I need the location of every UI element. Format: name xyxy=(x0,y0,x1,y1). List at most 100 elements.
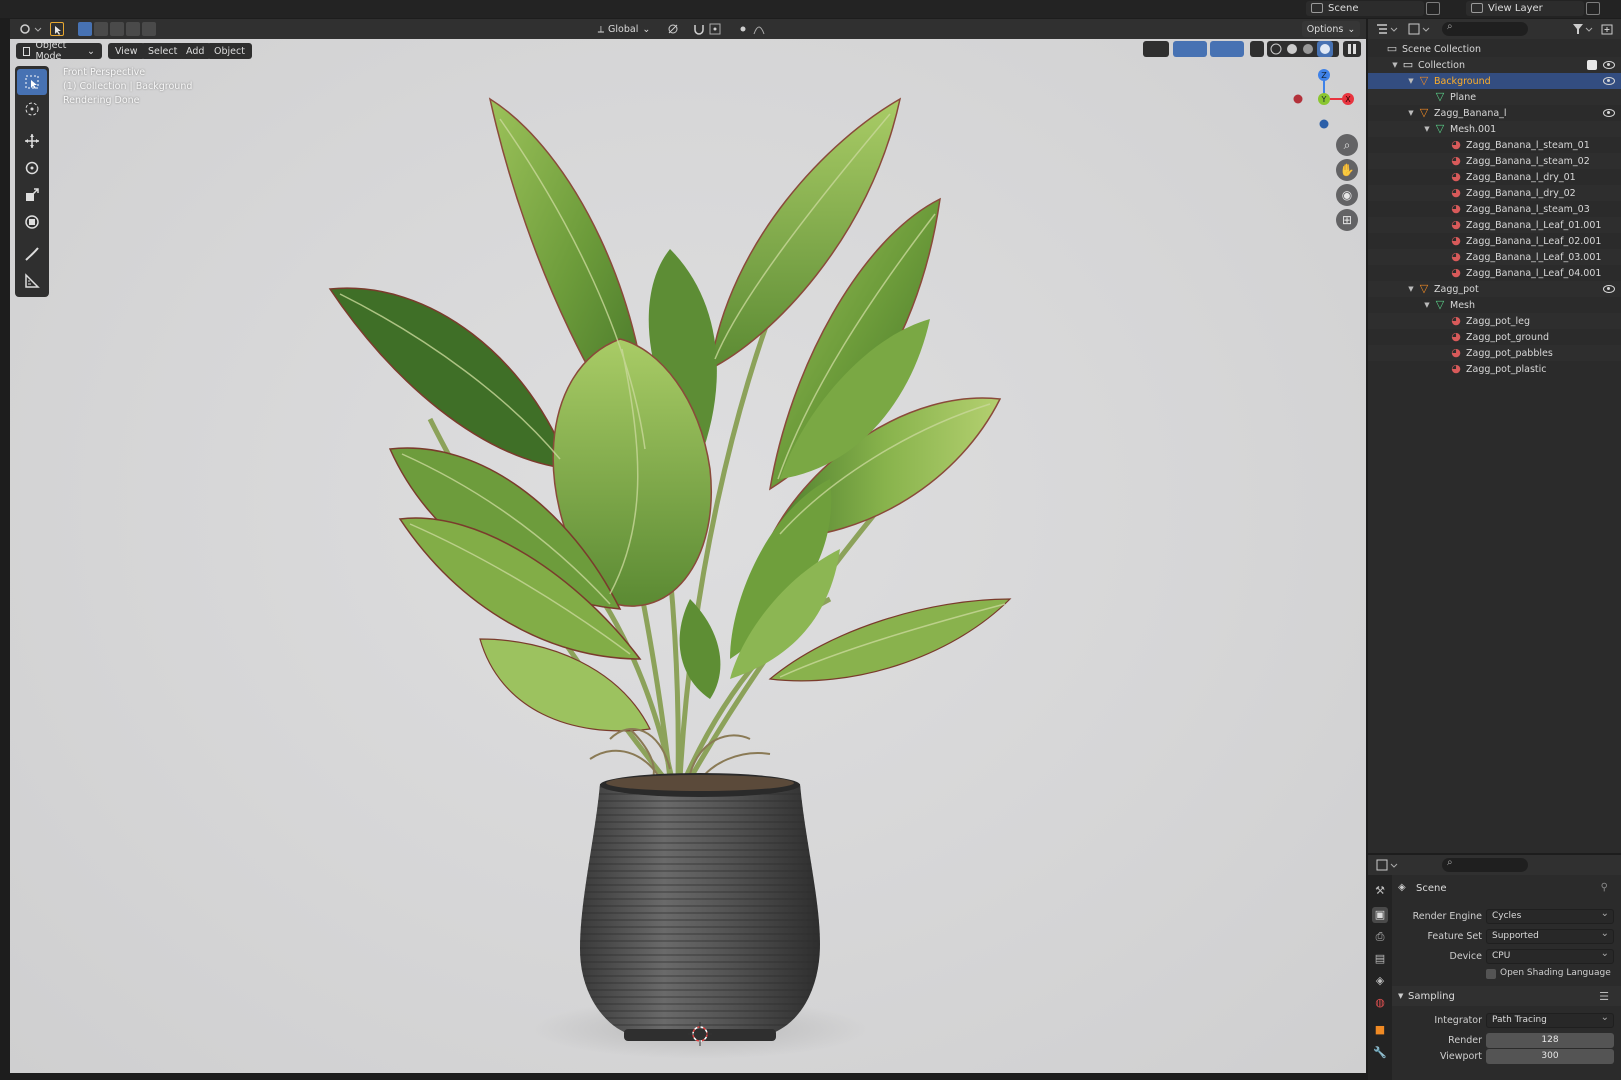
render-samples-field[interactable]: 128 xyxy=(1486,1033,1614,1048)
pin-icon[interactable]: ⚲ xyxy=(1601,882,1608,893)
visibility-eye-icon[interactable] xyxy=(1603,285,1615,293)
properties-header: ⌕ xyxy=(1368,855,1621,875)
pan-hand-icon[interactable]: ✋ xyxy=(1336,159,1358,181)
outliner-row[interactable]: ◕ Zagg_Banana_l_dry_01 xyxy=(1368,169,1621,185)
visibility-eye-icon[interactable] xyxy=(1603,109,1615,117)
select-tool-icon[interactable] xyxy=(50,22,64,36)
scene-selector[interactable]: Scene xyxy=(1306,1,1424,16)
new-collection-icon[interactable] xyxy=(1600,22,1614,36)
outliner-row[interactable]: ◕ Zagg_Banana_l_dry_02 xyxy=(1368,185,1621,201)
menu-select[interactable]: Select xyxy=(141,43,185,59)
pause-render-icon[interactable] xyxy=(1343,41,1361,57)
world-tab-icon[interactable]: ◍ xyxy=(1372,995,1388,1011)
osl-checkbox[interactable] xyxy=(1486,969,1496,979)
outliner-row[interactable]: ▼ ▽ Background xyxy=(1368,73,1621,89)
cursor-tool-icon[interactable] xyxy=(17,96,47,122)
expand-arrow-icon[interactable]: ▼ xyxy=(1390,61,1400,69)
outliner-row[interactable]: ▼ ▽ Zagg_pot xyxy=(1368,281,1621,297)
transform-orientation-dropdown[interactable]: ⟂ Global ⌄ xyxy=(588,21,660,37)
select-mode-difference-icon[interactable] xyxy=(126,22,140,36)
outliner-row[interactable]: ◕ Zagg_Banana_l_Leaf_03.001 xyxy=(1368,249,1621,265)
zoom-icon[interactable]: ⌕ xyxy=(1336,134,1358,156)
visibility-toggle-icon[interactable] xyxy=(1143,41,1169,57)
camera-view-icon[interactable]: ◉ xyxy=(1336,184,1358,206)
outliner-row[interactable]: ◕ Zagg_Banana_l_steam_03 xyxy=(1368,201,1621,217)
outliner-panel: ⌕ ▭ Scene Collection ▼ ▭ Collection ▼ ▽ Backgro… xyxy=(1368,19,1621,853)
outliner-row[interactable]: ◕ Zagg_pot_pabbles xyxy=(1368,345,1621,361)
select-box-tool-icon[interactable] xyxy=(17,69,47,95)
overlay-toggle-icon[interactable] xyxy=(1210,41,1244,57)
collection-info-text: (1) Collection | Background xyxy=(63,81,193,92)
outliner-row[interactable]: ◕ Zagg_Banana_l_Leaf_01.001 xyxy=(1368,217,1621,233)
expand-arrow-icon[interactable]: ▼ xyxy=(1406,109,1416,117)
outliner-row[interactable]: ▼ ▽ Zagg_Banana_l xyxy=(1368,105,1621,121)
properties-editor-icon[interactable] xyxy=(1376,858,1398,872)
new-view-layer-button[interactable] xyxy=(1586,2,1600,15)
expand-arrow-icon[interactable]: ▼ xyxy=(1406,77,1416,85)
expand-arrow-icon[interactable]: ▼ xyxy=(1406,285,1416,293)
gizmo-toggle-icon[interactable] xyxy=(1173,41,1207,57)
outliner-row[interactable]: ◕ Zagg_Banana_l_Leaf_02.001 xyxy=(1368,233,1621,249)
outliner-row[interactable]: ◕ Zagg_Banana_l_Leaf_04.001 xyxy=(1368,265,1621,281)
editor-type-icon[interactable] xyxy=(18,22,42,36)
menu-object[interactable]: Object xyxy=(207,43,252,59)
pivot-point-icon[interactable] xyxy=(666,22,680,36)
filter-icon[interactable] xyxy=(1571,22,1595,36)
outliner-editor-icon[interactable] xyxy=(1376,22,1398,36)
select-mode-new-icon[interactable] xyxy=(78,22,92,36)
transform-tool-icon[interactable] xyxy=(17,209,47,235)
xray-toggle-icon[interactable] xyxy=(1250,41,1264,57)
outliner-row[interactable]: ◕ Zagg_Banana_l_steam_01 xyxy=(1368,137,1621,153)
outliner-row[interactable]: ▽ Plane xyxy=(1368,89,1621,105)
outliner-row-label: Collection xyxy=(1418,59,1465,71)
material-icon: ◕ xyxy=(1451,202,1461,215)
outliner-search-input[interactable]: ⌕ xyxy=(1442,21,1528,36)
move-tool-icon[interactable] xyxy=(17,128,47,154)
outliner-row[interactable]: ◕ Zagg_pot_ground xyxy=(1368,329,1621,345)
viewport-samples-field[interactable]: 300 xyxy=(1486,1049,1614,1064)
proportional-editing-icon[interactable] xyxy=(736,22,750,36)
rotate-tool-icon[interactable] xyxy=(17,155,47,181)
expand-arrow-icon[interactable]: ▼ xyxy=(1422,125,1432,133)
expand-arrow-icon[interactable]: ▼ xyxy=(1422,301,1432,309)
display-mode-icon[interactable] xyxy=(1408,22,1432,36)
outliner-row[interactable]: ▼ ▽ Mesh xyxy=(1368,297,1621,313)
integrator-value: Path Tracing xyxy=(1492,1015,1547,1025)
select-mode-intersect-icon[interactable] xyxy=(142,22,156,36)
options-dropdown[interactable]: Options ⌄ xyxy=(1302,21,1360,37)
sampling-panel-header[interactable]: ▼ Sampling ☰ xyxy=(1392,986,1621,1006)
outliner-row[interactable]: ▼ ▽ Mesh.001 xyxy=(1368,121,1621,137)
outliner-row[interactable]: ▭ Scene Collection xyxy=(1368,41,1621,57)
outliner-row[interactable]: ◕ Zagg_Banana_l_steam_02 xyxy=(1368,153,1621,169)
3d-viewport[interactable]: Object Mode ⌄ View Select Add Object Fro… xyxy=(10,39,1366,1073)
mode-dropdown[interactable]: Object Mode ⌄ xyxy=(16,40,102,62)
view-layer-selector[interactable]: View Layer xyxy=(1466,1,1584,16)
material-icon: ◕ xyxy=(1451,266,1461,279)
render-engine-dropdown[interactable]: Cycles xyxy=(1486,907,1614,924)
visibility-eye-icon[interactable] xyxy=(1603,77,1615,85)
outliner-row[interactable]: ◕ Zagg_pot_plastic xyxy=(1368,361,1621,377)
list-icon[interactable]: ☰ xyxy=(1599,990,1609,1003)
select-mode-extend-icon[interactable] xyxy=(94,22,108,36)
select-mode-subtract-icon[interactable] xyxy=(110,22,124,36)
scene-tab-icon[interactable]: ◈ xyxy=(1372,973,1388,989)
properties-search-input[interactable]: ⌕ xyxy=(1442,857,1528,872)
device-dropdown[interactable]: CPU xyxy=(1486,947,1614,964)
outliner-row[interactable]: ▼ ▭ Collection xyxy=(1368,57,1621,73)
perspective-toggle-icon[interactable]: ⊞ xyxy=(1336,209,1358,231)
visibility-eye-icon[interactable] xyxy=(1603,61,1615,69)
scale-tool-icon[interactable] xyxy=(17,182,47,208)
outliner-row[interactable]: ◕ Zagg_pot_leg xyxy=(1368,313,1621,329)
menu-view[interactable]: View xyxy=(108,43,145,59)
new-scene-button[interactable] xyxy=(1426,2,1440,15)
tool-tab-icon[interactable]: ⚒ xyxy=(1372,883,1388,899)
falloff-curve-icon[interactable] xyxy=(752,22,766,36)
feature-set-dropdown[interactable]: Supported xyxy=(1486,927,1614,944)
integrator-dropdown[interactable]: Path Tracing xyxy=(1486,1011,1614,1028)
snap-target-icon[interactable] xyxy=(708,22,722,36)
outliner-row-label: Zagg_pot_ground xyxy=(1466,331,1550,343)
measure-tool-icon[interactable] xyxy=(17,268,47,294)
annotate-tool-icon[interactable] xyxy=(17,241,47,267)
snap-icon[interactable] xyxy=(692,22,706,36)
exclude-checkbox-icon[interactable] xyxy=(1587,60,1597,70)
